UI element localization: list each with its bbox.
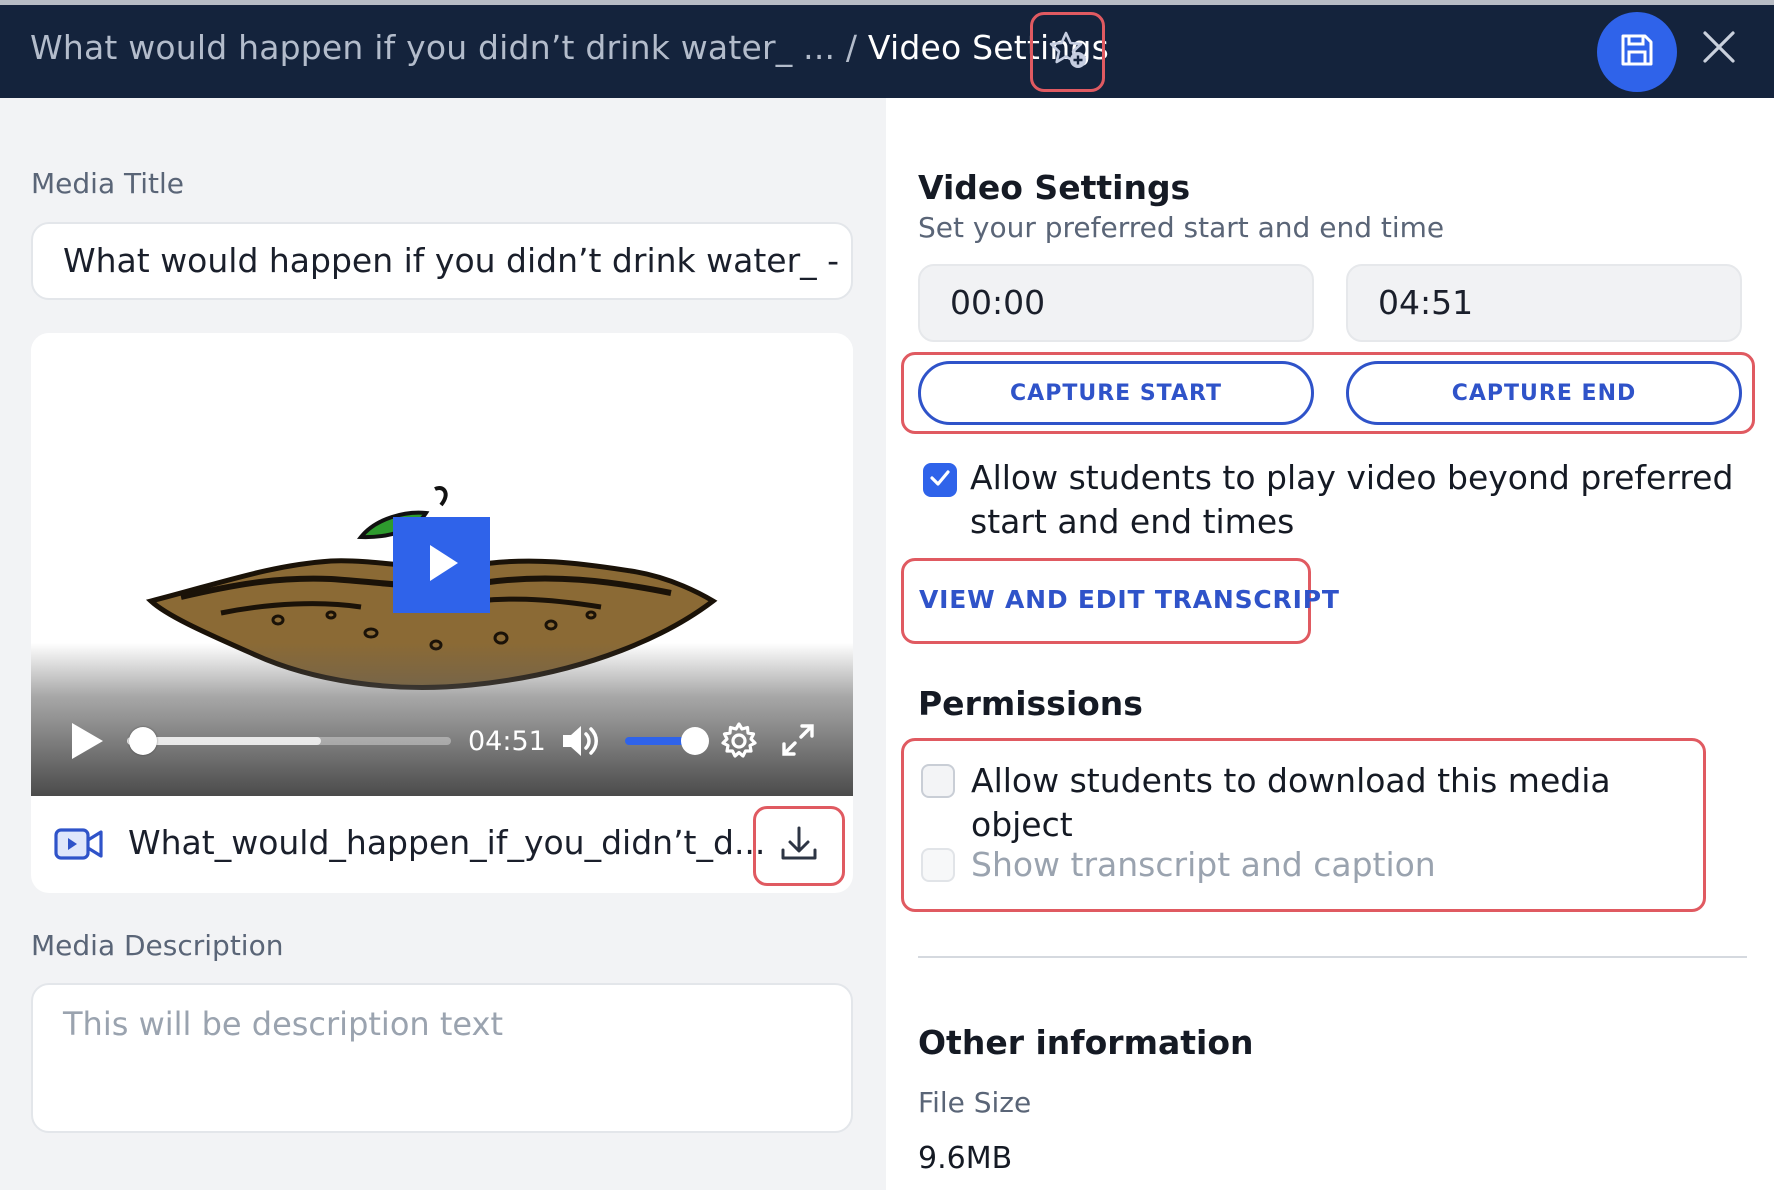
video-file-icon xyxy=(53,826,105,866)
close-button[interactable] xyxy=(1698,28,1740,70)
media-title-input[interactable]: What would happen if you didn’t drink wa… xyxy=(31,222,853,300)
capture-end-button[interactable]: CAPTURE END xyxy=(1346,361,1742,425)
permissions-heading: Permissions xyxy=(918,684,1143,723)
progress-handle[interactable] xyxy=(129,727,157,755)
capture-start-button[interactable]: CAPTURE START xyxy=(918,361,1314,425)
show-transcript-label: Show transcript and caption xyxy=(971,845,1436,884)
breadcrumb: What would happen if you didn’t drink wa… xyxy=(30,28,1109,67)
file-size-value: 9.6MB xyxy=(918,1141,1013,1176)
control-play-button[interactable] xyxy=(69,721,105,761)
allow-beyond-line-1: Allow students to play video beyond pref… xyxy=(970,458,1734,497)
start-time-input[interactable]: 00:00 xyxy=(918,264,1314,342)
download-icon xyxy=(779,824,819,868)
allow-beyond-checkbox[interactable] xyxy=(923,463,957,497)
breadcrumb-separator: / xyxy=(835,28,868,67)
settings-panel: Video Settings Set your preferred start … xyxy=(886,98,1774,1190)
star-add-icon xyxy=(1046,28,1090,76)
controls-gradient xyxy=(31,643,853,796)
gear-icon[interactable] xyxy=(719,721,759,765)
file-name: What_would_happen_if_you_didn’t_d... xyxy=(128,823,766,862)
download-button[interactable] xyxy=(753,806,845,886)
big-play-button[interactable] xyxy=(393,517,490,613)
header-bar: What would happen if you didn’t drink wa… xyxy=(0,0,1774,98)
section-divider xyxy=(918,956,1747,958)
transcript-link-highlight: VIEW AND EDIT TRANSCRIPT xyxy=(901,558,1339,644)
end-time-input[interactable]: 04:51 xyxy=(1346,264,1742,342)
media-description-label: Media Description xyxy=(31,929,284,962)
video-settings-heading: Video Settings xyxy=(918,168,1191,207)
file-size-label: File Size xyxy=(918,1086,1032,1119)
media-description-input[interactable]: This will be description text xyxy=(31,983,853,1133)
save-button[interactable] xyxy=(1597,12,1677,92)
time-display: 04:51 xyxy=(468,726,546,757)
media-card: 04:51 What_would_happen_if_you_didn’t_d.… xyxy=(31,333,853,893)
allow-beyond-line-2: start and end times xyxy=(970,502,1295,541)
video-settings-window: What would happen if you didn’t drink wa… xyxy=(0,0,1774,1190)
media-file-row: What_would_happen_if_you_didn’t_d... xyxy=(31,796,853,893)
allow-beyond-label: Allow students to play video beyond pref… xyxy=(970,456,1733,544)
fullscreen-icon[interactable] xyxy=(781,723,815,761)
view-edit-transcript-link[interactable]: VIEW AND EDIT TRANSCRIPT xyxy=(919,585,1340,614)
permissions-group: Allow students to download this media ob… xyxy=(901,738,1706,912)
favorite-button[interactable] xyxy=(1030,12,1105,92)
video-player[interactable]: 04:51 xyxy=(31,333,853,796)
check-icon xyxy=(928,466,952,494)
close-icon xyxy=(1702,30,1736,68)
allow-download-label: Allow students to download this media ob… xyxy=(971,761,1611,844)
volume-slider[interactable] xyxy=(625,727,709,755)
video-settings-subtitle: Set your preferred start and end time xyxy=(918,211,1445,244)
volume-handle[interactable] xyxy=(681,727,709,755)
progress-bar[interactable] xyxy=(127,727,451,755)
save-icon xyxy=(1617,30,1657,74)
other-info-heading: Other information xyxy=(918,1023,1254,1062)
show-transcript-checkbox[interactable] xyxy=(921,848,955,882)
play-icon xyxy=(422,541,462,589)
media-title-label: Media Title xyxy=(31,167,185,200)
allow-download-checkbox[interactable] xyxy=(921,764,955,798)
capture-buttons-group: CAPTURE START CAPTURE END xyxy=(901,352,1755,434)
volume-icon[interactable] xyxy=(561,723,601,763)
breadcrumb-parent[interactable]: What would happen if you didn’t drink wa… xyxy=(30,28,835,67)
